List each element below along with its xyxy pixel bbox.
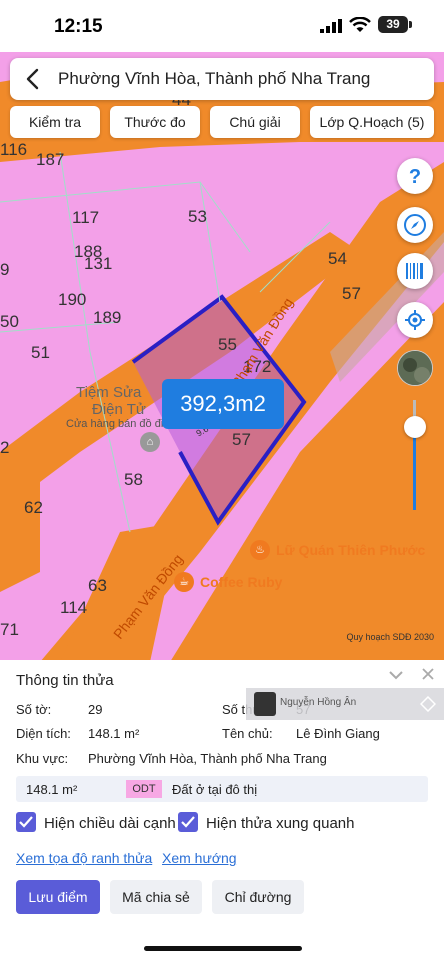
location-header[interactable]: Phường Vĩnh Hòa, Thành phố Nha Trang (10, 58, 434, 100)
measure-button[interactable]: Thước đo (110, 106, 200, 138)
checkmark-icon (181, 816, 195, 828)
cellular-signal-icon (320, 19, 342, 33)
lot-number: 62 (24, 498, 43, 517)
lot-number: 131 (84, 254, 113, 273)
lot-number: 71 (0, 620, 19, 639)
lot-number: 2 (0, 438, 10, 457)
poi-shop-label: Tiệm Sửa (76, 384, 142, 401)
satellite-layer-toggle[interactable] (397, 350, 433, 386)
land-use-row: 148.1 m² ODT Đất ở tại đô thị (16, 776, 428, 802)
compass-button[interactable] (397, 207, 433, 243)
poi-shop-label: Điện Tử (92, 401, 146, 418)
area-value: 148.1 m² (88, 726, 140, 741)
lot-number: 50 (0, 312, 19, 331)
sheet-label: Số tờ: (16, 702, 52, 717)
show-edge-length-label[interactable]: Hiện chiều dài cạnh (44, 815, 176, 832)
owner-label: Tên chủ: (222, 726, 273, 741)
share-code-button[interactable]: Mã chia sẻ (110, 880, 202, 914)
save-point-button[interactable]: Lưu điểm (16, 880, 100, 914)
legend-button[interactable]: Chú giải (210, 106, 300, 138)
lot-number: 58 (124, 470, 143, 489)
parcel-info-panel: Thông tin thửa Số tờ: 29 Số thửa: 57 Ngu… (0, 660, 444, 960)
lot-number: 53 (188, 207, 207, 226)
view-direction-link[interactable]: Xem hướng (162, 850, 237, 866)
help-button[interactable]: ? (397, 158, 433, 194)
avatar (254, 692, 276, 716)
checkmark-icon (19, 816, 33, 828)
land-use-area: 148.1 m² (26, 782, 78, 797)
poi-shop-label: Cửa hàng bán đồ điện (66, 418, 176, 430)
lot-number: 9 (0, 260, 10, 279)
panel-title: Thông tin thửa (16, 672, 114, 689)
status-bar: 12:15 39 (0, 0, 444, 52)
lot-number: 54 (328, 249, 347, 268)
lot-number: 187 (36, 150, 65, 169)
lot-number: 189 (93, 308, 122, 327)
svg-text:?: ? (409, 166, 421, 188)
agent-name: Nguyễn Hồng Ân (280, 697, 357, 708)
owner-value: Lê Đình Giang (296, 726, 380, 741)
status-time: 12:15 (54, 16, 103, 37)
shop-icon: ⌂ (140, 432, 160, 452)
parcel-area-badge: 392,3m2 (162, 379, 284, 429)
lot-number: 57 (232, 430, 251, 449)
barcode-icon (406, 263, 423, 279)
locate-me-button[interactable] (397, 302, 433, 338)
cafe-icon[interactable]: ☕ (174, 572, 194, 592)
chevron-down-icon[interactable] (388, 668, 404, 682)
restaurant-icon[interactable]: ♨ (250, 540, 270, 560)
wifi-icon (349, 17, 371, 32)
crosshair-icon (405, 310, 425, 330)
agent-watermark: Nguyễn Hồng Ân (246, 688, 444, 720)
barcode-button[interactable] (397, 253, 433, 289)
lot-number: 114 (60, 598, 88, 617)
poi-restaurant-label[interactable]: Lữ Quán Thiên Phước (276, 542, 425, 558)
back-arrow-icon[interactable] (22, 67, 44, 91)
home-indicator[interactable] (144, 946, 302, 951)
area-label: Diện tích: (16, 726, 71, 741)
lot-number: 51 (31, 343, 50, 362)
lot-number: 190 (58, 290, 87, 309)
land-use-code-badge: ODT (126, 780, 162, 798)
map-attribution: Quy hoạch SDĐ 2030 (346, 632, 434, 642)
land-use-description: Đất ở tại đô thị (172, 782, 258, 797)
lot-number: 57 (342, 284, 361, 303)
location-title: Phường Vĩnh Hòa, Thành phố Nha Trang (58, 69, 371, 88)
show-edge-length-checkbox[interactable] (16, 812, 36, 832)
poi-cafe-label[interactable]: Coffee Ruby (200, 574, 282, 590)
region-label: Khu vực: (16, 751, 69, 766)
map-view[interactable]: 116 187 117 53 188 131 9 190 189 50 51 5… (0, 52, 444, 662)
layer-button[interactable]: Lớp Q.Hoạch (5) (310, 106, 434, 138)
sheet-value: 29 (88, 702, 103, 717)
compass-icon (404, 214, 426, 236)
logo-icon (420, 696, 436, 712)
lot-number: 117 (72, 208, 100, 227)
show-neighbors-label[interactable]: Hiện thửa xung quanh (206, 815, 354, 832)
directions-button[interactable]: Chỉ đường (212, 880, 304, 914)
lot-number: 55 (218, 335, 237, 354)
map-background (0, 52, 444, 662)
map-toolbar: Kiểm tra Thước đo Chú giải Lớp Q.Hoạch (… (0, 106, 444, 140)
battery-tip (409, 21, 412, 28)
help-icon: ? (409, 166, 421, 188)
view-coordinates-link[interactable]: Xem tọa độ ranh thửa (16, 850, 152, 866)
lot-number: 63 (88, 576, 107, 595)
opacity-slider-knob[interactable] (404, 416, 426, 438)
battery-icon: 39 (378, 16, 408, 33)
lot-number: 116 (0, 140, 28, 159)
show-neighbors-checkbox[interactable] (178, 812, 198, 832)
check-button[interactable]: Kiểm tra (10, 106, 100, 138)
close-icon[interactable] (422, 668, 434, 680)
region-value: Phường Vĩnh Hòa, Thành phố Nha Trang (88, 751, 327, 766)
